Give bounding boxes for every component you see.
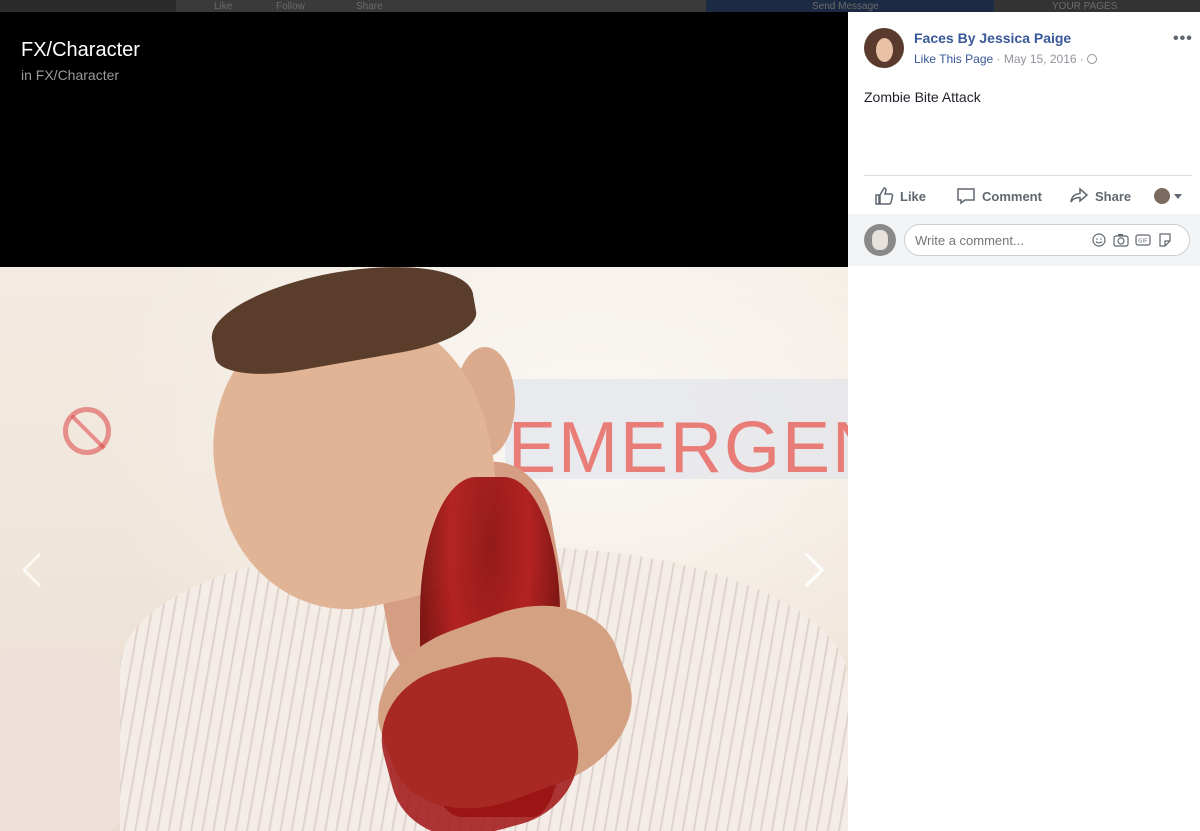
svg-text:GIF: GIF: [1138, 239, 1147, 245]
chevron-down-icon: [1174, 193, 1182, 199]
user-avatar-image: [872, 230, 888, 250]
post-date[interactable]: May 15, 2016: [1004, 52, 1077, 66]
comment-label: Comment: [982, 188, 1042, 204]
photo-left-figure: [0, 647, 140, 831]
user-avatar[interactable]: [864, 224, 896, 256]
meta-separator-2: ·: [1079, 52, 1084, 66]
page-name-link[interactable]: Faces By Jessica Paige: [914, 30, 1071, 46]
page-action-bar: Like Follow Share: [176, 0, 706, 12]
bg-your-pages-label: YOUR PAGES: [1052, 1, 1118, 12]
next-arrow-icon[interactable]: [798, 552, 828, 588]
gif-icon[interactable]: GIF: [1135, 233, 1151, 247]
emoji-icon[interactable]: [1091, 233, 1107, 247]
like-icon: [875, 187, 894, 205]
comment-icon: [957, 188, 975, 205]
photo-viewer: FX/Character in FX/Character EMERGENC: [0, 12, 848, 831]
post-meta: Like This Page · May 15, 2016 ·: [914, 52, 1098, 66]
send-message-bar: Send Message: [706, 0, 994, 12]
page-avatar-face: [876, 38, 893, 62]
bg-send-message-label: Send Message: [812, 1, 879, 12]
comment-composer: GIF: [848, 214, 1200, 266]
share-button[interactable]: Share: [1069, 180, 1131, 212]
user-mini-avatar: [1154, 188, 1170, 204]
like-button[interactable]: Like: [874, 180, 926, 212]
divider: [864, 175, 1192, 176]
meta-separator: ·: [996, 52, 1001, 66]
post-panel: Faces By Jessica Paige Like This Page · …: [848, 12, 1200, 831]
camera-icon[interactable]: [1113, 233, 1129, 247]
comment-button[interactable]: Comment: [956, 180, 1042, 212]
background-page-header: Like Follow Share Send Message YOUR PAGE…: [0, 0, 1200, 12]
comment-tools: GIF: [1091, 233, 1173, 247]
share-icon: [1070, 187, 1089, 203]
share-label: Share: [1095, 188, 1132, 204]
like-this-page-link[interactable]: Like This Page: [914, 52, 993, 66]
emergency-sign-text: EMERGENC: [508, 408, 848, 488]
album-title[interactable]: FX/Character: [21, 39, 140, 62]
photo[interactable]: EMERGENC: [0, 267, 848, 831]
bg-share-label: Share: [356, 1, 383, 12]
page-avatar[interactable]: [864, 28, 904, 68]
like-label: Like: [900, 188, 927, 204]
album-subtitle[interactable]: in FX/Character: [21, 67, 119, 83]
post-actions: Like Comment Share: [864, 180, 1192, 212]
globe-icon: [1087, 54, 1098, 64]
prev-arrow-icon[interactable]: [18, 552, 48, 588]
bg-follow-label: Follow: [276, 1, 305, 12]
sticker-icon[interactable]: [1157, 233, 1173, 247]
post-text: Zombie Bite Attack: [864, 89, 981, 105]
audience-selector[interactable]: [1154, 180, 1182, 212]
bg-like-label: Like: [214, 1, 233, 12]
no-smoking-sign: [63, 407, 111, 455]
more-options-icon[interactable]: •••: [1173, 30, 1193, 48]
your-pages-bar: YOUR PAGES: [994, 0, 1200, 12]
